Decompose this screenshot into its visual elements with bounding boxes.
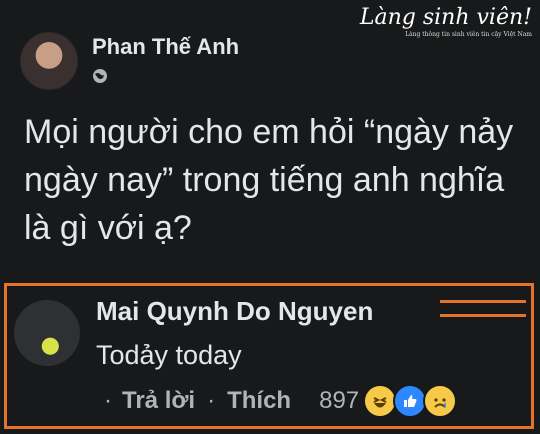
highlight-line bbox=[446, 283, 526, 286]
post-author-name[interactable]: Phan Thế Anh bbox=[92, 34, 239, 60]
watermark: Làng sinh viên! Làng thông tin sinh viên… bbox=[359, 5, 532, 39]
highlight-line bbox=[440, 300, 526, 303]
comment-text: Todảy today bbox=[96, 340, 242, 370]
comment-author-name[interactable]: Mai Quynh Do Nguyen bbox=[96, 296, 373, 327]
post-text: Mọi người cho em hỏi “ngày nảy ngày nay”… bbox=[24, 113, 514, 247]
like-link[interactable]: Thích bbox=[227, 387, 291, 415]
globe-icon[interactable] bbox=[92, 68, 108, 84]
comment-author-avatar[interactable] bbox=[14, 300, 80, 366]
watermark-subtitle: Làng thông tin sinh viên tin cậy Việt Na… bbox=[405, 31, 532, 38]
watermark-title: Làng sinh viên! bbox=[359, 5, 532, 30]
haha-icon bbox=[363, 384, 398, 418]
post-header: Phan Thế Anh bbox=[20, 32, 239, 90]
highlight-line bbox=[440, 314, 526, 317]
sad-icon bbox=[423, 384, 458, 418]
separator-dot: · bbox=[104, 387, 112, 414]
reactions[interactable] bbox=[363, 384, 458, 418]
reply-link[interactable]: Trả lời bbox=[122, 387, 195, 415]
like-icon bbox=[393, 384, 428, 418]
separator-dot: · bbox=[207, 387, 216, 414]
reaction-count[interactable]: 897 bbox=[319, 387, 359, 415]
post-author-avatar[interactable] bbox=[20, 32, 78, 90]
comment-actions: · Trả lời · Thích 897 bbox=[104, 384, 458, 418]
